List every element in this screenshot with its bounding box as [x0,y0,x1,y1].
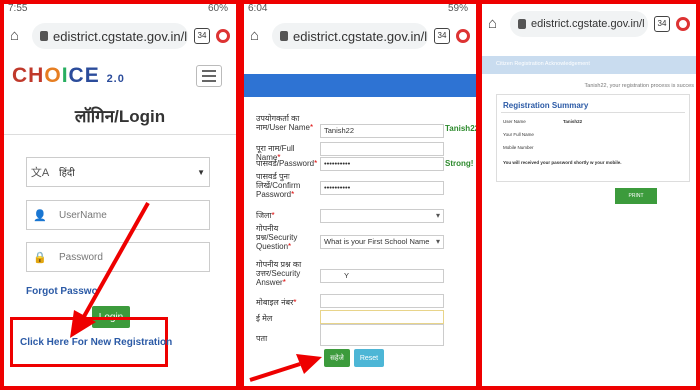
browser-menu-icon[interactable] [456,29,470,43]
username-availability: Tanish22 [445,124,476,133]
tab-switcher-button[interactable]: 34 [654,16,670,32]
url-text: edistrict.cgstate.gov.in/l [531,18,645,30]
chevron-down-icon: ▼ [197,167,205,177]
choice-logo: CHOICE 2.0 [12,64,125,87]
password-strength: Strong! [445,159,474,168]
username-placeholder: UserName [59,209,107,221]
success-message: Tanish22, your registration process is s… [584,83,694,89]
user-icon: 👤 [33,209,47,222]
security-answer-label: गोपनीय प्रश्न का उत्तर/Security Answer* [256,260,302,287]
email-field[interactable] [320,310,444,324]
confirm-password-field[interactable]: •••••••••• [320,181,444,195]
security-question-label: गोपनीय प्रश्न/Security Question* [256,224,298,251]
header-band [244,74,476,97]
email-label: ई मेल [256,314,273,323]
lock-icon [280,31,288,41]
address-bar[interactable]: edistrict.cgstate.gov.in/l [272,23,428,49]
summary-title: Registration Summary [503,101,589,110]
password-note: You will received your password shortly … [503,160,622,165]
browser-menu-icon[interactable] [216,29,230,43]
divider [501,112,685,113]
user-name-value: Tanish22 [563,119,583,124]
address-bar[interactable]: edistrict.cgstate.gov.in/l [32,23,188,49]
translate-icon: 文A [30,167,50,179]
password-field[interactable]: •••••••••• [320,157,444,171]
tab-switcher-button[interactable]: 34 [434,28,450,44]
forgot-password-link[interactable]: Forgot Passwo [26,286,98,297]
password-placeholder: Password [59,251,103,263]
mobile-label: मोबाइल नंबर* [256,298,297,307]
hamburger-menu-button[interactable] [196,65,222,87]
registration-summary-card: Registration Summary User Name Tanish22 … [496,94,690,182]
padlock-icon: 🔒 [33,251,47,264]
browser-toolbar: ⌂ edistrict.cgstate.gov.in/l 34 [4,18,236,54]
registration-screen: 6:04 59% ⌂ edistrict.cgstate.gov.in/l 34… [244,4,476,386]
header-band: Citizen Registration Acknowledgement [482,56,696,74]
page-title: लॉगिन/Login [74,107,166,126]
url-text: edistrict.cgstate.gov.in/l [293,28,428,44]
status-bar: 6:04 59% [244,4,476,16]
acknowledgement-screen: ⌂ edistrict.cgstate.gov.in/l 34 Citizen … [482,4,696,386]
user-name-label: User Name [503,119,526,124]
full-name-label: Your Full Name [503,132,534,137]
district-select[interactable] [320,209,444,223]
status-bar: 7:55 60% [4,4,236,16]
username-input[interactable]: 👤 UserName [26,200,210,230]
confirm-password-label: पासवर्ड पुनः लिखें/Confirm Password* [256,172,301,199]
home-icon[interactable]: ⌂ [250,28,266,44]
password-input[interactable]: 🔒 Password [26,242,210,272]
mobile-field[interactable] [320,294,444,308]
battery-level: 60% [207,4,228,14]
status-time: 6:04 [248,4,268,14]
username-field[interactable]: Tanish22 [320,124,444,138]
lock-icon [40,31,48,41]
address-bar[interactable]: edistrict.cgstate.gov.in/l [510,11,648,37]
tab-switcher-button[interactable]: 34 [194,28,210,44]
fullname-field[interactable] [320,142,444,156]
url-text: edistrict.cgstate.gov.in/l [53,28,188,44]
lock-icon [518,19,526,29]
new-registration-link[interactable]: Click Here For New Registration [20,337,172,348]
home-icon[interactable]: ⌂ [10,28,26,44]
address-textarea[interactable] [320,324,444,346]
browser-toolbar: ⌂ edistrict.cgstate.gov.in/l 34 [244,18,476,54]
password-label: पासवर्ड/Password* [256,159,318,168]
browser-toolbar: ⌂ edistrict.cgstate.gov.in/l 34 [482,6,696,42]
battery-level: 59% [447,4,468,14]
browser-menu-icon[interactable] [676,17,690,31]
language-value: हिंदी [59,168,75,179]
security-question-select[interactable]: What is your First School Name [320,235,444,249]
mobile-number-label: Mobile Number [503,145,534,150]
home-icon[interactable]: ⌂ [488,16,504,32]
divider [4,134,236,135]
district-label: जिला* [256,211,275,220]
address-label: पता [256,334,268,343]
username-label: उपयोगकर्ता का नाम/User Name* [256,114,314,132]
status-time: 7:55 [8,4,28,14]
reset-button[interactable]: Reset [354,349,384,367]
security-answer-field[interactable]: Y [320,269,444,283]
print-button[interactable]: PRINT [615,188,657,204]
submit-button[interactable]: सहेजे [324,349,350,367]
language-select[interactable]: 文A हिंदी ▼ [26,157,210,187]
login-screen: 7:55 60% ⌂ edistrict.cgstate.gov.in/l 34… [4,4,236,386]
